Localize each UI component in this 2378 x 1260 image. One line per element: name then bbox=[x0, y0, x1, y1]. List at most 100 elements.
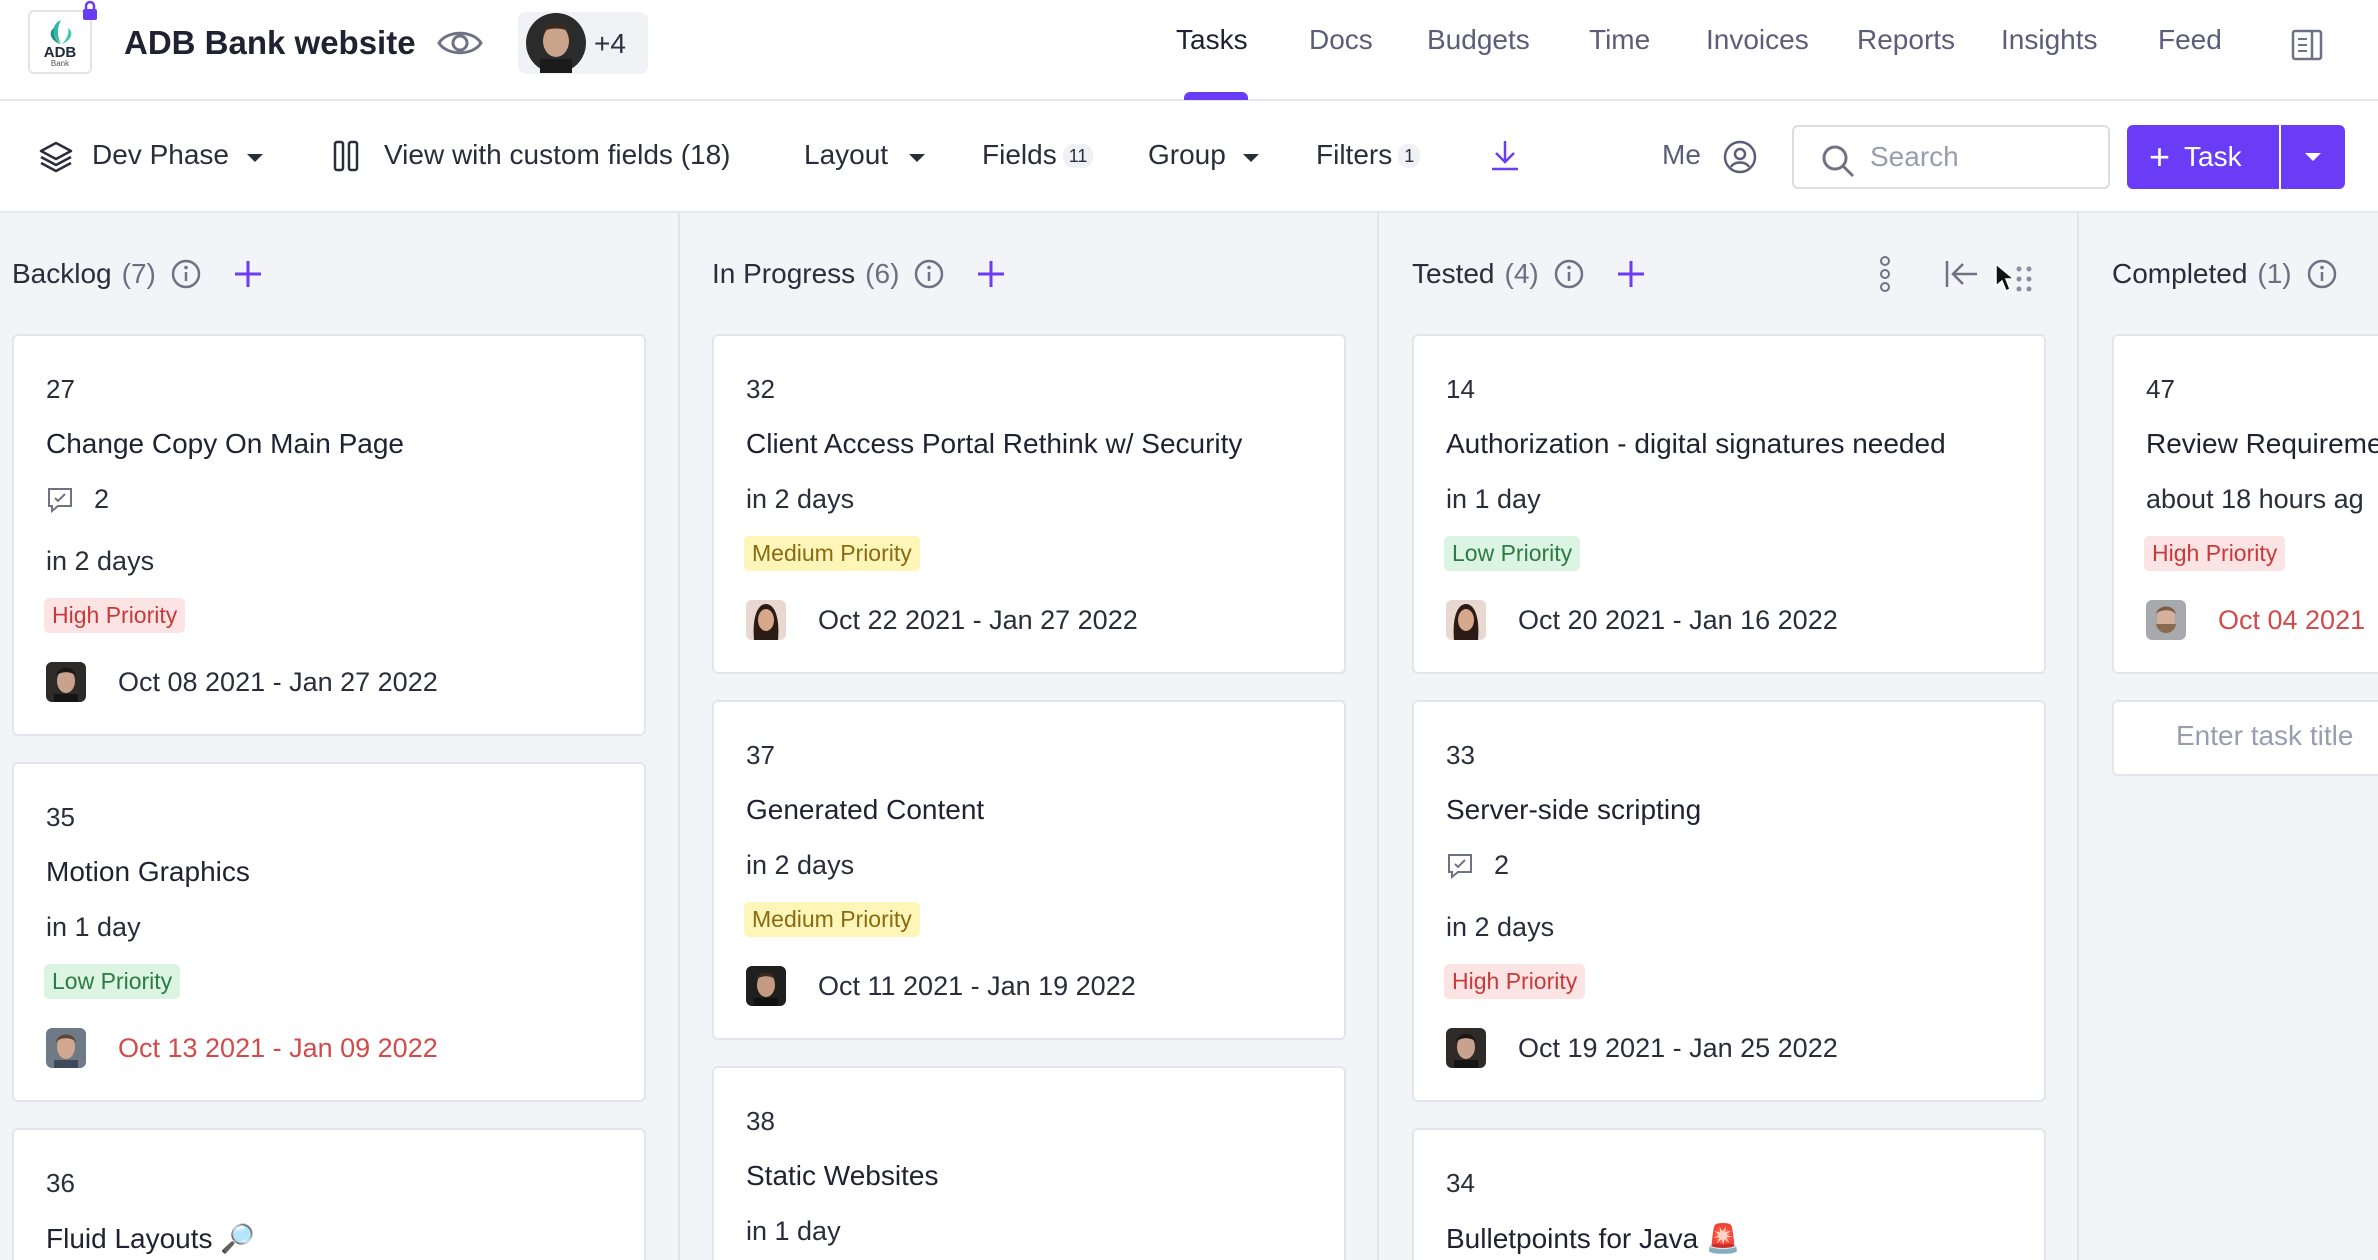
add-task-button[interactable]: + Task bbox=[2127, 125, 2279, 189]
task-due: in 2 days bbox=[1446, 912, 1555, 942]
new-task-field[interactable] bbox=[2112, 700, 2378, 776]
group-menu[interactable]: Group bbox=[1148, 139, 1226, 171]
task-title[interactable]: Client Access Portal Rethink w/ Security bbox=[746, 428, 1242, 460]
task-card[interactable]: 34 Bulletpoints for Java 🚨 bbox=[1412, 1128, 2046, 1260]
priority-badge: Low Priority bbox=[44, 964, 181, 999]
task-title[interactable]: Motion Graphics bbox=[46, 856, 250, 888]
chevron-down-icon[interactable] bbox=[246, 153, 264, 163]
phase-selector[interactable]: Dev Phase bbox=[92, 139, 229, 171]
task-card[interactable]: 47 Review Requireme about 18 hours ag Hi… bbox=[2112, 334, 2378, 674]
collapse-column-icon[interactable] bbox=[1944, 258, 1980, 290]
task-title[interactable]: Authorization - digital signatures neede… bbox=[1446, 428, 1946, 460]
assignee-avatar[interactable] bbox=[1446, 600, 1486, 640]
date-range: Oct 13 2021 - Jan 09 2022 bbox=[118, 1032, 438, 1063]
comment-icon bbox=[48, 487, 72, 513]
new-task-input[interactable] bbox=[2176, 720, 2378, 752]
task-card[interactable]: 38 Static Websites in 1 day bbox=[712, 1066, 1346, 1260]
nav-time[interactable]: Time bbox=[1589, 24, 1650, 56]
task-id: 34 bbox=[1446, 1168, 1475, 1198]
nav-feed[interactable]: Feed bbox=[2158, 24, 2222, 56]
logo-leaf-icon bbox=[50, 20, 72, 44]
fields-menu[interactable]: Fields 11 bbox=[982, 139, 1094, 171]
task-card[interactable]: 35 Motion Graphics in 1 day Low Priority… bbox=[12, 762, 646, 1102]
add-card-icon[interactable] bbox=[1615, 258, 1647, 290]
column-title: Backlog bbox=[12, 258, 112, 289]
task-card[interactable]: 14 Authorization - digital signatures ne… bbox=[1412, 334, 2046, 674]
date-range: Oct 04 2021 bbox=[2218, 604, 2366, 635]
column-title: Tested bbox=[1412, 258, 1495, 289]
task-id: 35 bbox=[46, 802, 75, 832]
column-more-icon[interactable] bbox=[1878, 254, 1892, 294]
project-title[interactable]: ADB Bank website bbox=[124, 24, 416, 62]
nav-insights[interactable]: Insights bbox=[2001, 24, 2098, 56]
task-id: 33 bbox=[1446, 740, 1475, 770]
task-due: in 1 day bbox=[1446, 484, 1541, 514]
add-task-label: Task bbox=[2184, 141, 2242, 172]
info-icon[interactable] bbox=[2306, 258, 2338, 290]
task-card[interactable]: 33 Server-side scripting 2 in 2 days Hig… bbox=[1412, 700, 2046, 1102]
task-id: 36 bbox=[46, 1168, 75, 1198]
chevron-down-icon bbox=[2305, 153, 2321, 161]
chevron-down-icon[interactable] bbox=[908, 153, 926, 163]
date-range: Oct 08 2021 - Jan 27 2022 bbox=[118, 666, 438, 697]
watch-eye-icon[interactable] bbox=[436, 26, 484, 60]
assignee-avatar[interactable] bbox=[746, 600, 786, 640]
column-count: (1) bbox=[2257, 258, 2292, 289]
priority-badge: Medium Priority bbox=[744, 902, 920, 937]
task-dates: Oct 20 2021 - Jan 16 2022 bbox=[1446, 600, 1838, 640]
user-circle-icon[interactable] bbox=[1722, 139, 1758, 175]
task-card[interactable]: 27 Change Copy On Main Page 2 in 2 days … bbox=[12, 334, 646, 736]
top-bar: ADB Bank ADB Bank website +4 Tasks Docs … bbox=[0, 0, 2378, 101]
column-divider bbox=[1377, 213, 1379, 1260]
priority-badge: Medium Priority bbox=[744, 536, 920, 571]
layout-menu[interactable]: Layout bbox=[804, 139, 888, 171]
task-due: in 2 days bbox=[746, 850, 855, 880]
task-dates: Oct 22 2021 - Jan 27 2022 bbox=[746, 600, 1138, 640]
filters-menu[interactable]: Filters 1 bbox=[1316, 139, 1421, 171]
task-dates: Oct 11 2021 - Jan 19 2022 bbox=[746, 966, 1136, 1006]
nav-budgets[interactable]: Budgets bbox=[1427, 24, 1530, 56]
drag-handle-icon[interactable] bbox=[2014, 264, 2036, 294]
add-task-options-button[interactable] bbox=[2281, 125, 2345, 189]
date-range: Oct 11 2021 - Jan 19 2022 bbox=[818, 970, 1136, 1001]
project-members[interactable]: +4 bbox=[518, 12, 648, 74]
add-card-icon[interactable] bbox=[975, 258, 1007, 290]
chevron-down-icon[interactable] bbox=[1242, 153, 1260, 163]
search-field[interactable] bbox=[1792, 125, 2110, 189]
task-card[interactable]: 36 Fluid Layouts 🔎 bbox=[12, 1128, 646, 1260]
task-comments[interactable]: 2 bbox=[46, 484, 109, 515]
side-panel-icon[interactable] bbox=[2290, 28, 2324, 62]
task-title[interactable]: Bulletpoints for Java 🚨 bbox=[1446, 1222, 1741, 1255]
info-icon[interactable] bbox=[913, 258, 945, 290]
task-title[interactable]: Review Requireme bbox=[2146, 428, 2378, 460]
priority-badge: High Priority bbox=[2144, 536, 2286, 571]
download-icon[interactable] bbox=[1488, 137, 1522, 173]
column-title: Completed bbox=[2112, 258, 2248, 289]
assignee-avatar[interactable] bbox=[746, 966, 786, 1006]
assignee-avatar[interactable] bbox=[46, 1028, 86, 1068]
nav-tasks[interactable]: Tasks bbox=[1176, 24, 1248, 56]
task-title[interactable]: Change Copy On Main Page bbox=[46, 428, 404, 460]
nav-invoices[interactable]: Invoices bbox=[1706, 24, 1809, 56]
task-card[interactable]: 32 Client Access Portal Rethink w/ Secur… bbox=[712, 334, 1346, 674]
nav-docs[interactable]: Docs bbox=[1309, 24, 1373, 56]
add-card-icon[interactable] bbox=[232, 258, 264, 290]
search-input[interactable] bbox=[1870, 137, 2100, 177]
assignee-avatar[interactable] bbox=[46, 662, 86, 702]
assignee-avatar[interactable] bbox=[1446, 1028, 1486, 1068]
fields-count: 11 bbox=[1062, 144, 1094, 169]
priority-badge: High Priority bbox=[1444, 964, 1586, 999]
task-title[interactable]: Static Websites bbox=[746, 1160, 938, 1192]
view-selector[interactable]: View with custom fields (18) bbox=[384, 139, 731, 171]
assignee-avatar[interactable] bbox=[2146, 600, 2186, 640]
task-title[interactable]: Fluid Layouts 🔎 bbox=[46, 1222, 255, 1255]
task-title[interactable]: Generated Content bbox=[746, 794, 984, 826]
task-card[interactable]: 37 Generated Content in 2 days Medium Pr… bbox=[712, 700, 1346, 1040]
nav-reports[interactable]: Reports bbox=[1857, 24, 1955, 56]
info-icon[interactable] bbox=[170, 258, 202, 290]
date-range: Oct 22 2021 - Jan 27 2022 bbox=[818, 604, 1138, 635]
me-filter[interactable]: Me bbox=[1662, 139, 1701, 171]
task-title[interactable]: Server-side scripting bbox=[1446, 794, 1701, 826]
info-icon[interactable] bbox=[1553, 258, 1585, 290]
task-comments[interactable]: 2 bbox=[1446, 850, 1509, 881]
